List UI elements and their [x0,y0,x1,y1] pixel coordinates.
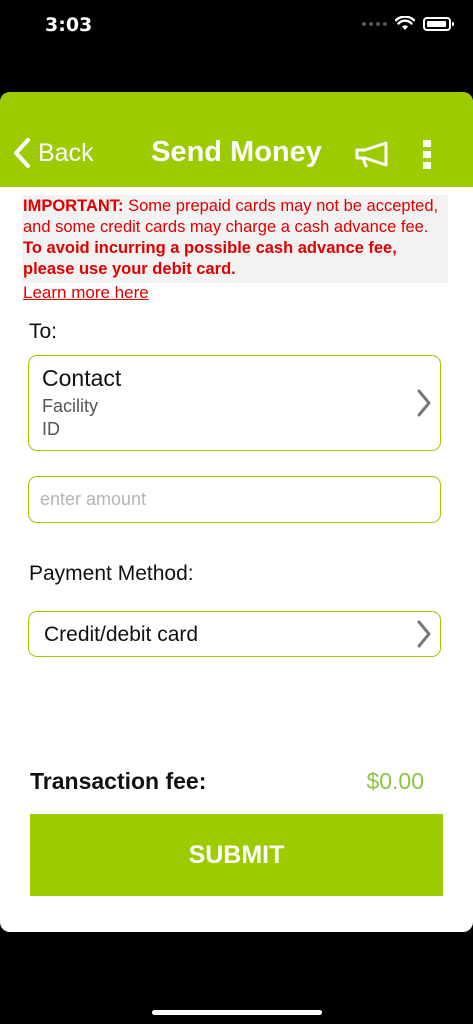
fee-warning-notice: IMPORTANT: Some prepaid cards may not be… [22,195,448,283]
back-button[interactable]: Back [12,137,94,169]
payment-method-label: Payment Method: [29,562,194,585]
send-money-screen: Back Send Money IMPORTANT: Some prepaid … [0,92,473,932]
to-label: To: [29,320,58,343]
chevron-left-icon [14,138,30,168]
important-label: IMPORTANT: [23,197,124,215]
chevron-right-icon [417,389,431,417]
battery-icon [423,16,454,31]
announcements-button[interactable] [353,140,391,168]
home-indicator[interactable] [152,1010,322,1015]
amount-field[interactable] [28,476,441,523]
learn-more-link[interactable]: Learn more here [23,283,149,303]
transaction-fee-value: $0.00 [366,768,424,794]
amount-input[interactable] [29,477,440,522]
status-time: 3:03 [45,14,93,36]
chevron-right-icon [417,620,431,648]
contact-name: Contact [42,365,122,391]
transaction-fee-label: Transaction fee: [30,768,207,794]
payment-method-selector[interactable]: Credit/debit card [28,611,441,657]
contact-id: ID [42,419,60,439]
nav-bar: Back Send Money [0,92,473,187]
cellular-signal-icon [362,21,387,26]
submit-button[interactable]: SUBMIT [30,814,443,896]
back-label: Back [38,138,94,167]
status-icons [362,16,454,31]
notice-emphasis: To avoid incurring a possible cash advan… [23,239,397,278]
more-vertical-icon [423,140,431,169]
wifi-icon [395,16,415,30]
status-bar: 3:03 [0,0,473,52]
recipient-selector[interactable]: Contact Facility ID [28,355,441,451]
contact-facility: Facility [42,396,99,416]
payment-method-value: Credit/debit card [44,623,199,646]
megaphone-icon [355,141,388,168]
more-options-button[interactable] [420,138,434,172]
